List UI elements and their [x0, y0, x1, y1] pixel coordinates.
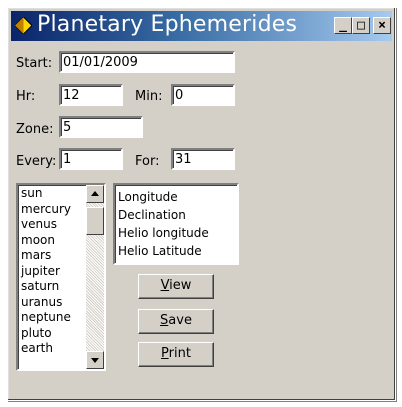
view-mnemonic: V: [160, 278, 170, 293]
hour-label: Hr:: [16, 89, 36, 104]
hour-input[interactable]: [59, 84, 123, 106]
start-date-input[interactable]: [59, 51, 235, 73]
scroll-down-button[interactable]: [86, 351, 104, 369]
minimize-button[interactable]: _: [334, 17, 352, 34]
app-diamond-icon: [15, 17, 32, 34]
ephemerides-window: Planetary Ephemerides _ □ × Start: Hr: M…: [7, 7, 396, 401]
list-item[interactable]: Helio Latitude: [115, 242, 237, 260]
scroll-thumb[interactable]: [86, 207, 104, 235]
quantities-list: Longitude Declination Helio longitude He…: [115, 185, 237, 260]
minute-input[interactable]: [171, 84, 235, 106]
save-label: ave: [168, 313, 192, 328]
window-title: Planetary Ephemerides: [37, 12, 298, 37]
for-input[interactable]: [171, 148, 235, 170]
zone-input[interactable]: [59, 116, 143, 138]
minute-label: Min:: [135, 89, 163, 104]
print-label: rint: [168, 346, 191, 361]
print-mnemonic: P: [161, 346, 169, 361]
every-label: Every:: [16, 154, 57, 169]
maximize-button[interactable]: □: [352, 17, 370, 34]
scroll-up-button[interactable]: [86, 185, 104, 203]
save-button[interactable]: Save: [138, 309, 214, 334]
print-button[interactable]: Print: [138, 342, 214, 367]
arrow-down-icon: [91, 358, 99, 363]
bodies-scrollbar[interactable]: [86, 185, 104, 369]
for-label: For:: [135, 154, 160, 169]
close-button[interactable]: ×: [373, 17, 391, 34]
every-input[interactable]: [59, 148, 123, 170]
start-label: Start:: [16, 56, 53, 71]
zone-label: Zone:: [16, 122, 54, 137]
bodies-listbox[interactable]: sun mercury venus moon mars jupiter satu…: [16, 183, 106, 371]
list-item[interactable]: Declination: [115, 206, 237, 224]
list-item[interactable]: Helio longitude: [115, 224, 237, 242]
arrow-up-icon: [91, 191, 99, 196]
view-label: iew: [169, 278, 192, 293]
view-button[interactable]: View: [138, 274, 214, 299]
list-item[interactable]: Longitude: [115, 188, 237, 206]
quantities-listbox[interactable]: Longitude Declination Helio longitude He…: [113, 183, 239, 265]
title-bar[interactable]: Planetary Ephemerides _ □ ×: [11, 11, 392, 41]
